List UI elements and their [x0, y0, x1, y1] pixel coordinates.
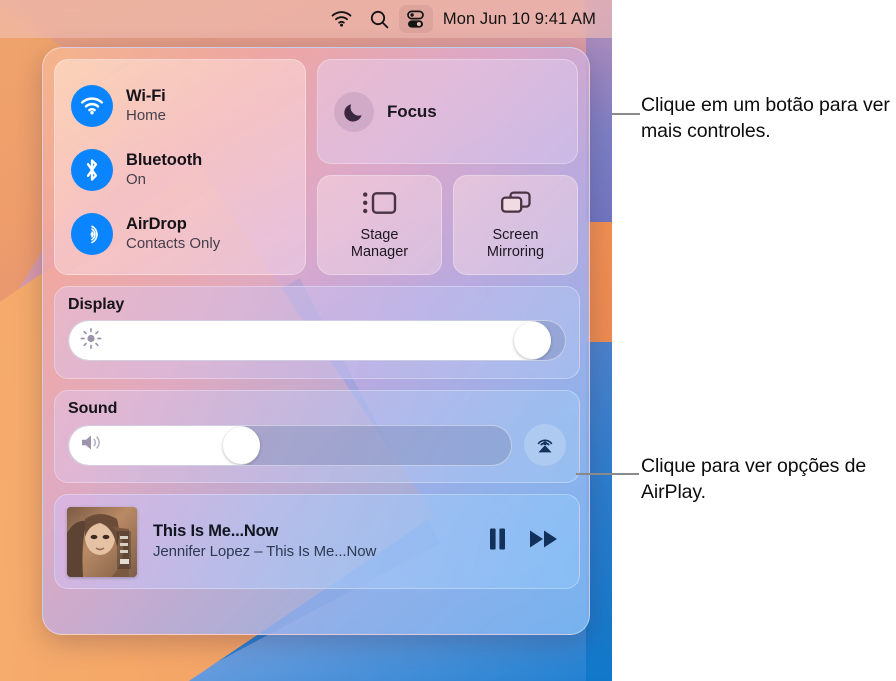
- cc-mini-tiles: Stage Manager Screen Mirroring: [317, 175, 578, 275]
- display-slider[interactable]: [68, 320, 566, 361]
- airdrop-status: Contacts Only: [126, 235, 221, 253]
- menubar-clock[interactable]: Mon Jun 10 9:41 AM: [437, 10, 596, 29]
- brightness-icon: [80, 327, 102, 354]
- cc-right-column: Focus Stage Manager Screen Mirroring: [317, 59, 578, 275]
- display-slider-fill: [69, 321, 552, 360]
- stage-manager-icon: [362, 190, 398, 221]
- airdrop-title: AirDrop: [126, 214, 187, 233]
- fast-forward-button[interactable]: [529, 528, 559, 555]
- now-playing-controls: [488, 527, 559, 556]
- bluetooth-text: Bluetooth On: [126, 151, 202, 189]
- display-label: Display: [68, 296, 125, 313]
- wifi-status: Home: [126, 107, 167, 125]
- pause-button[interactable]: [488, 527, 507, 556]
- screenshot-root: Mon Jun 10 9:41 AM Wi-Fi Home Bluetooth …: [0, 0, 896, 681]
- moon-icon: [334, 91, 374, 132]
- bluetooth-icon[interactable]: [71, 149, 113, 191]
- now-playing-tile: This Is Me...Now Jennifer Lopez – This I…: [54, 494, 580, 589]
- sound-slider-wrap: [68, 424, 566, 466]
- sound-tile: Sound: [54, 390, 580, 483]
- airdrop-icon[interactable]: [71, 213, 113, 255]
- wifi-icon[interactable]: [323, 5, 361, 33]
- display-tile: Display: [54, 286, 580, 379]
- bluetooth-title: Bluetooth: [126, 150, 203, 169]
- connectivity-tile: Wi-Fi Home Bluetooth On AirDrop Contacts…: [54, 59, 306, 275]
- now-playing-title: This Is Me...Now: [153, 521, 279, 540]
- screen-mirroring-label-line1: Screen: [492, 227, 539, 244]
- search-icon[interactable]: [361, 5, 399, 33]
- focus-label: Focus: [387, 101, 437, 121]
- callout-leader-line-1: [612, 113, 640, 115]
- wifi-title: Wi-Fi: [126, 86, 166, 105]
- now-playing-text: This Is Me...Now Jennifer Lopez – This I…: [153, 521, 488, 562]
- airplay-icon: [533, 431, 557, 460]
- screen-mirroring-label: Screen Mirroring: [487, 227, 544, 259]
- stage-manager-label: Stage Manager: [351, 227, 408, 259]
- wifi-text: Wi-Fi Home: [126, 87, 166, 125]
- control-center-icon[interactable]: [398, 5, 433, 33]
- display-slider-wrap: [68, 320, 566, 361]
- now-playing-subtitle: Jennifer Lopez – This Is Me...Now: [153, 543, 377, 561]
- album-art[interactable]: [67, 506, 137, 577]
- stage-manager-tile[interactable]: Stage Manager: [317, 175, 442, 275]
- stage-manager-label-line2: Manager: [350, 243, 409, 260]
- bluetooth-status: On: [126, 171, 147, 189]
- sound-slider[interactable]: [68, 424, 512, 466]
- screen-mirroring-icon: [500, 190, 532, 221]
- speaker-icon: [80, 433, 106, 458]
- cc-top-row: Wi-Fi Home Bluetooth On AirDrop Contacts…: [54, 59, 578, 275]
- callout-leader-line-2: [576, 473, 639, 475]
- control-center-panel: Wi-Fi Home Bluetooth On AirDrop Contacts…: [42, 47, 590, 635]
- menu-bar: Mon Jun 10 9:41 AM: [0, 0, 612, 38]
- callout-text-1: Clique em um botão para ver mais control…: [641, 94, 890, 143]
- screen-mirroring-label-line2: Mirroring: [486, 243, 545, 260]
- wifi-icon[interactable]: [71, 85, 113, 127]
- wifi-row[interactable]: Wi-Fi Home: [55, 74, 305, 138]
- bluetooth-row[interactable]: Bluetooth On: [55, 138, 305, 202]
- stage-manager-label-line1: Stage: [360, 227, 399, 244]
- display-slider-knob[interactable]: [514, 322, 552, 359]
- focus-tile[interactable]: Focus: [317, 59, 578, 164]
- callout-text-2: Clique para ver opções de AirPlay.: [641, 455, 867, 504]
- airdrop-row[interactable]: AirDrop Contacts Only: [55, 202, 305, 266]
- screen-mirroring-tile[interactable]: Screen Mirroring: [453, 175, 578, 275]
- airdrop-text: AirDrop Contacts Only: [126, 215, 220, 253]
- sound-slider-knob[interactable]: [222, 426, 260, 464]
- sound-label: Sound: [68, 400, 118, 417]
- airplay-button[interactable]: [524, 424, 566, 466]
